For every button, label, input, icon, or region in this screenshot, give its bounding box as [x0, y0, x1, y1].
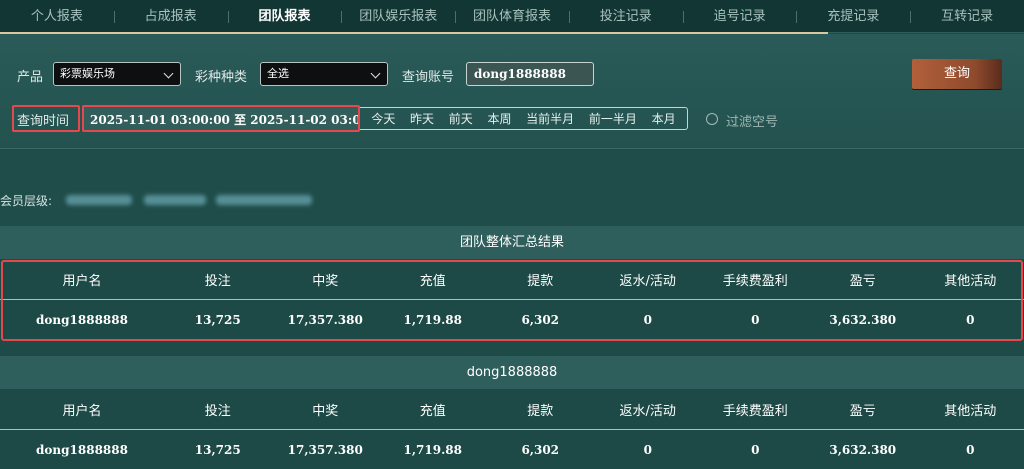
blurred-level-1[interactable]: [66, 195, 132, 205]
chevron-down-icon: [163, 68, 174, 79]
cell-bet: 13,725: [194, 443, 241, 457]
cell-fee-profit: 0: [751, 443, 760, 457]
product-select-value: 彩票娱乐场: [60, 67, 115, 80]
quick-range-current-half-month[interactable]: 当前半月: [526, 110, 574, 127]
cell-rebate: 0: [643, 443, 652, 457]
lottery-type-select-value: 全选: [267, 67, 289, 80]
header-deposit: 充值: [419, 273, 446, 289]
header-username: 用户名: [62, 273, 102, 289]
header-bet: 投注: [204, 273, 231, 289]
header-withdraw: 提款: [527, 273, 554, 289]
header-profit-loss: 盈亏: [849, 273, 876, 289]
table-row: dong1888888 13,725 17,357.380 1,719.88 6…: [0, 300, 1024, 340]
blurred-level-3[interactable]: [216, 195, 312, 205]
detail-title: dong1888888: [0, 356, 1024, 389]
header-profit-loss: 盈亏: [849, 403, 876, 419]
query-button[interactable]: 查询: [912, 59, 1002, 89]
cell-username: dong1888888: [36, 443, 128, 457]
cell-fee-profit: 0: [751, 313, 760, 327]
cell-other-activity: 0: [966, 443, 975, 457]
filter-empty-radio[interactable]: [706, 113, 718, 125]
header-bet: 投注: [204, 403, 231, 419]
tab-bet-records[interactable]: 投注记录: [568, 0, 683, 33]
tab-chase-records[interactable]: 追号记录: [682, 0, 797, 33]
account-input[interactable]: dong1888888: [466, 62, 594, 86]
report-tabs: 个人报表 占成报表 团队报表 团队娱乐报表 团队体育报表 投注记录 追号记录 充…: [0, 0, 1024, 34]
header-fee-profit: 手续费盈利: [722, 273, 788, 289]
tab-team-report[interactable]: 团队报表: [227, 0, 342, 33]
filter-panel: 产品 彩票娱乐场 彩种种类 全选 查询账号 dong1888888 查询 查询时…: [0, 34, 1024, 149]
cell-profit-loss: 3,632.380: [829, 313, 897, 327]
quick-range-day-before[interactable]: 前天: [449, 110, 473, 127]
header-fee-profit: 手续费盈利: [722, 403, 788, 419]
product-select[interactable]: 彩票娱乐场: [53, 62, 181, 86]
tab-deposit-withdraw-records[interactable]: 充提记录: [796, 0, 910, 33]
product-label: 产品: [17, 70, 44, 85]
detail-table: 用户名 投注 中奖 充值 提款 返水/活动 手续费盈利 盈亏 其他活动 dong…: [0, 389, 1024, 469]
cell-other-activity: 0: [966, 313, 975, 327]
tab-team-sports-report[interactable]: 团队体育报表: [455, 0, 569, 33]
header-other-activity: 其他活动: [944, 403, 997, 419]
quick-range-this-month[interactable]: 本月: [652, 110, 676, 127]
cell-profit-loss: 3,632.380: [829, 443, 897, 457]
tab-share-report[interactable]: 占成报表: [113, 0, 228, 33]
quick-range-previous-half-month[interactable]: 前一半月: [589, 110, 637, 127]
header-other-activity: 其他活动: [944, 273, 997, 289]
member-level-label: 会员层级:: [0, 194, 53, 208]
blurred-level-2[interactable]: [144, 195, 206, 205]
lottery-type-select[interactable]: 全选: [260, 62, 388, 86]
time-label: 查询时间: [17, 114, 70, 129]
cell-bet: 13,725: [194, 313, 241, 327]
quick-range-group: 今天 昨天 前天 本周 当前半月 前一半月 本月: [360, 107, 688, 130]
cell-win: 17,357.380: [287, 313, 363, 327]
chevron-down-icon: [370, 68, 381, 79]
quick-range-this-week[interactable]: 本周: [487, 110, 511, 127]
header-withdraw: 提款: [527, 403, 554, 419]
cell-rebate: 0: [643, 313, 652, 327]
summary-table: 用户名 投注 中奖 充值 提款 返水/活动 手续费盈利 盈亏 其他活动 dong…: [0, 259, 1024, 341]
tab-personal-report[interactable]: 个人报表: [0, 0, 114, 33]
cell-withdraw: 6,302: [521, 313, 560, 327]
quick-range-yesterday[interactable]: 昨天: [410, 110, 434, 127]
table-header-row: 用户名 投注 中奖 充值 提款 返水/活动 手续费盈利 盈亏 其他活动: [0, 259, 1024, 300]
cell-deposit: 1,719.88: [403, 443, 462, 457]
header-rebate: 返水/活动: [619, 403, 676, 419]
time-range-input[interactable]: 2025-11-01 03:00:00 至 2025-11-02 03:00:0…: [82, 105, 360, 132]
quick-range-today[interactable]: 今天: [371, 110, 395, 127]
header-username: 用户名: [62, 403, 102, 419]
time-range-value: 2025-11-01 03:00:00 至 2025-11-02 03:00:0…: [90, 113, 360, 127]
table-header-row: 用户名 投注 中奖 充值 提款 返水/活动 手续费盈利 盈亏 其他活动: [0, 389, 1024, 430]
table-row: dong1888888 13,725 17,357.380 1,719.88 6…: [0, 430, 1024, 469]
tab-team-entertainment-report[interactable]: 团队娱乐报表: [341, 0, 455, 33]
summary-title: 团队整体汇总结果: [0, 226, 1024, 259]
cell-win: 17,357.380: [287, 443, 363, 457]
header-deposit: 充值: [419, 403, 446, 419]
filter-empty-label[interactable]: 过滤空号: [726, 111, 778, 130]
account-label: 查询账号: [402, 70, 455, 85]
cell-deposit: 1,719.88: [403, 313, 462, 327]
header-rebate: 返水/活动: [619, 273, 676, 289]
cell-username: dong1888888: [36, 313, 128, 327]
header-win: 中奖: [312, 403, 339, 419]
cell-withdraw: 6,302: [521, 443, 560, 457]
tab-transfer-records[interactable]: 互转记录: [910, 0, 1024, 33]
lottery-type-label: 彩种种类: [195, 70, 248, 85]
header-win: 中奖: [312, 273, 339, 289]
member-level-row: 会员层级:: [0, 150, 1024, 226]
